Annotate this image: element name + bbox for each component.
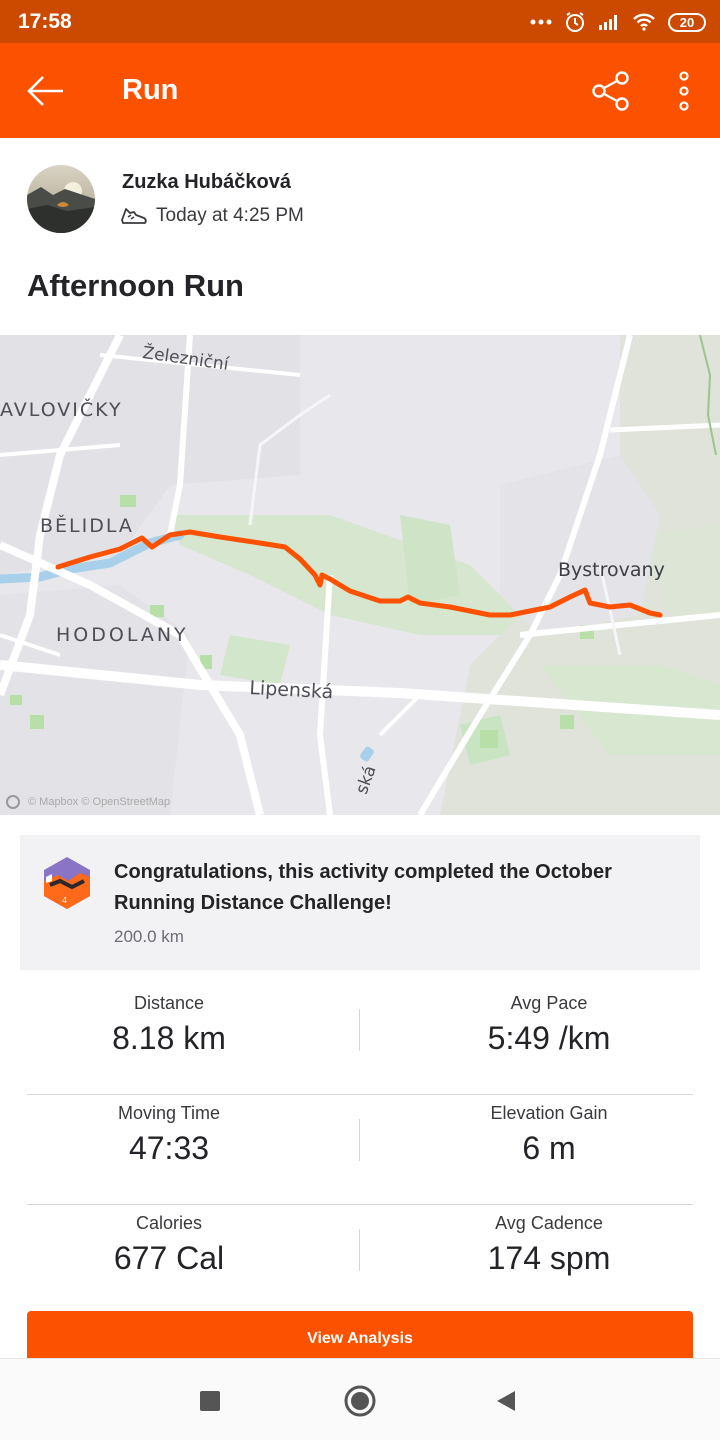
stats-row: Moving Time 47:33 Elevation Gain 6 m	[27, 1095, 693, 1205]
alarm-icon	[564, 11, 586, 33]
stat-value: 677 Cal	[113, 1240, 225, 1276]
stats-grid: Distance 8.18 km Avg Pace 5:49 /km Movin…	[27, 985, 693, 1315]
more-notifications-icon	[530, 18, 552, 26]
stat-moving-time: Moving Time 47:33	[19, 1095, 319, 1167]
stat-divider	[359, 1009, 360, 1051]
more-vertical-icon	[679, 71, 689, 111]
wifi-icon	[632, 13, 656, 31]
stats-row: Calories 677 Cal Avg Cadence 174 spm	[27, 1205, 693, 1315]
stat-label: Elevation Gain	[490, 1103, 608, 1123]
share-button[interactable]	[588, 67, 634, 115]
stat-value: 5:49 /km	[487, 1020, 611, 1056]
stat-divider	[359, 1119, 360, 1161]
stat-label: Distance	[133, 993, 205, 1013]
more-options-button[interactable]	[664, 67, 704, 115]
recent-apps-button[interactable]	[190, 1381, 230, 1421]
system-nav-bar	[0, 1358, 720, 1440]
stat-avg-cadence: Avg Cadence 174 spm	[399, 1205, 699, 1277]
signal-icon	[598, 14, 620, 30]
challenge-badge-icon: 4	[42, 855, 92, 916]
stat-avg-pace: Avg Pace 5:49 /km	[399, 985, 699, 1057]
status-icons: 20	[530, 8, 706, 36]
status-time: 17:58	[18, 10, 72, 33]
challenge-card[interactable]: 4 Congratulations, this activity complet…	[20, 835, 700, 970]
activity-title: Afternoon Run	[27, 268, 244, 303]
challenge-distance: 200.0 km	[114, 927, 184, 946]
stat-calories: Calories 677 Cal	[19, 1205, 319, 1277]
avatar[interactable]	[27, 165, 95, 233]
stat-label: Avg Cadence	[495, 1213, 603, 1233]
home-button[interactable]	[340, 1381, 380, 1421]
map-label-lipenska: Lipenská	[248, 677, 334, 704]
stat-label: Calories	[135, 1213, 203, 1233]
app-bar: Run	[0, 43, 720, 138]
stat-distance: Distance 8.18 km	[19, 985, 319, 1057]
stat-elevation-gain: Elevation Gain 6 m	[399, 1095, 699, 1167]
stat-divider	[359, 1229, 360, 1271]
stats-row: Distance 8.18 km Avg Pace 5:49 /km	[27, 985, 693, 1095]
route-map[interactable]: Železniční AVLOVIČKY BĚLIDLA HODOLANY By…	[0, 335, 720, 815]
square-icon	[200, 1391, 220, 1411]
circle-icon	[344, 1385, 376, 1417]
map-label-bystrovany: Bystrovany	[558, 559, 665, 581]
stat-value: 47:33	[128, 1130, 210, 1166]
share-icon	[592, 71, 629, 111]
attribution-text: © Mapbox © OpenStreetMap	[28, 796, 171, 808]
activity-header: Zuzka Hubáčková Today at 4:25 PM Afterno…	[0, 138, 720, 334]
stat-value: 174 spm	[487, 1240, 611, 1276]
shoe-icon	[121, 208, 147, 224]
battery-icon: 20	[668, 12, 706, 32]
map-label-pavlovicky: AVLOVIČKY	[0, 399, 123, 421]
athlete-name[interactable]: Zuzka Hubáčková	[122, 171, 291, 194]
stat-label: Moving Time	[117, 1103, 221, 1123]
challenge-message: Congratulations, this activity completed…	[114, 861, 612, 914]
status-bar: 17:58 20	[0, 0, 720, 43]
map-label-belidla: BĚLIDLA	[40, 515, 134, 537]
stat-value: 6 m	[522, 1130, 576, 1166]
svg-text:4: 4	[62, 896, 67, 905]
back-nav-button[interactable]	[486, 1381, 526, 1421]
mapbox-logo-icon	[6, 795, 20, 809]
activity-date: Today at 4:25 PM	[156, 205, 304, 226]
map-label-hodolany: HODOLANY	[56, 624, 189, 646]
triangle-back-icon	[497, 1391, 515, 1411]
page-title: Run	[122, 74, 179, 106]
stat-value: 8.18 km	[112, 1020, 226, 1056]
back-button[interactable]	[22, 69, 68, 113]
arrow-left-icon	[27, 76, 63, 106]
activity-date-row: Today at 4:25 PM	[120, 205, 304, 227]
map-attribution[interactable]: © Mapbox © OpenStreetMap	[6, 795, 170, 809]
stat-label: Avg Pace	[510, 993, 588, 1013]
